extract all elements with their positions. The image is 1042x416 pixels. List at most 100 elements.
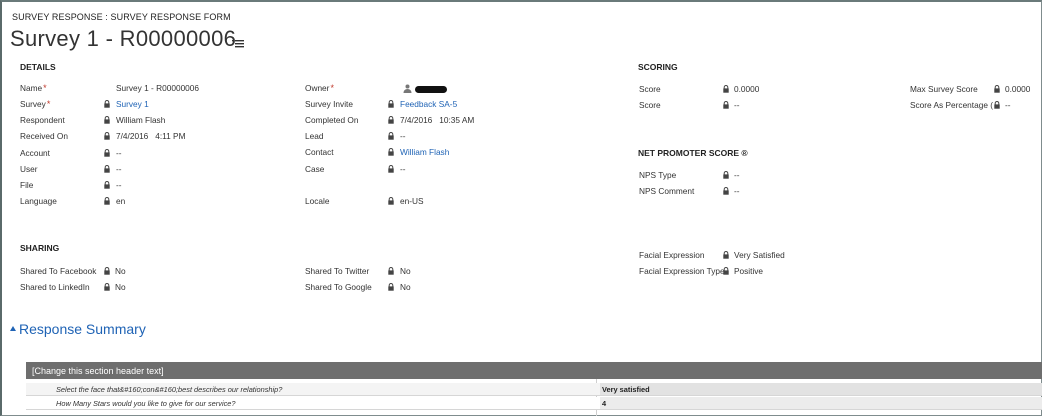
lock-icon	[104, 283, 110, 291]
lock-icon	[388, 100, 394, 108]
field-owner[interactable]: Owner*	[305, 83, 565, 97]
field-label: NPS Comment	[639, 186, 695, 196]
field-label: Max Survey Score	[910, 84, 978, 94]
field-value[interactable]: 0.0000	[734, 84, 759, 94]
field-facial-expression[interactable]: Facial Expression Very Satisfied	[639, 250, 859, 264]
field-label: Case	[305, 164, 325, 174]
field-contact[interactable]: Contact William Flash	[305, 147, 565, 161]
collapse-triangle-icon	[10, 326, 16, 331]
field-value[interactable]: --	[734, 186, 740, 196]
field-label: Survey Invite	[305, 99, 353, 109]
field-respondent[interactable]: Respondent William Flash	[20, 115, 280, 129]
answer-cell: Very satisfied	[600, 383, 1042, 395]
field-value[interactable]: --	[734, 100, 740, 110]
field-value[interactable]: 7/4/2016 4:11 PM	[116, 131, 186, 141]
lock-icon	[723, 267, 729, 275]
lock-icon	[723, 251, 729, 259]
field-label: Facial Expression	[639, 250, 705, 260]
user-icon	[403, 84, 412, 93]
field-value[interactable]: --	[734, 170, 740, 180]
field-label: User	[20, 164, 38, 174]
field-facial-expression-type[interactable]: Facial Expression Type Positive	[639, 266, 859, 280]
field-survey-invite[interactable]: Survey Invite Feedback SA-5	[305, 99, 565, 113]
response-summary-toggle[interactable]: Response Summary	[10, 321, 146, 337]
field-value[interactable]: en	[116, 196, 125, 206]
breadcrumb[interactable]: SURVEY RESPONSE : SURVEY RESPONSE FORM	[12, 12, 231, 22]
field-shared-facebook[interactable]: Shared To Facebook No	[20, 266, 220, 280]
field-value[interactable]: --	[1005, 100, 1011, 110]
field-shared-twitter[interactable]: Shared To Twitter No	[305, 266, 505, 280]
field-value[interactable]: No	[115, 282, 126, 292]
field-value[interactable]: 0.0000	[1005, 84, 1030, 94]
field-language[interactable]: Language en	[20, 196, 280, 210]
field-label: File	[20, 180, 34, 190]
question-cell: How Many Stars would you like to give fo…	[56, 399, 236, 408]
field-shared-google[interactable]: Shared To Google No	[305, 282, 505, 296]
field-value[interactable]: William Flash	[116, 115, 165, 125]
owner-redacted-value[interactable]	[415, 86, 447, 93]
lock-icon	[723, 171, 729, 179]
lock-icon	[104, 165, 110, 173]
field-label: Contact	[305, 147, 334, 157]
field-value-link[interactable]: Feedback SA-5	[400, 99, 457, 109]
response-summary-title: Response Summary	[19, 321, 146, 337]
field-value[interactable]: Positive	[734, 266, 763, 276]
field-value[interactable]: Very Satisfied	[734, 250, 785, 260]
field-score[interactable]: Score 0.0000	[639, 84, 839, 98]
field-label: Language	[20, 196, 57, 206]
lock-icon	[388, 197, 394, 205]
field-label: Respondent	[20, 115, 65, 125]
lock-icon	[723, 85, 729, 93]
field-nps-type[interactable]: NPS Type --	[639, 170, 839, 184]
field-survey[interactable]: Survey* Survey 1	[20, 99, 280, 113]
field-score-percentage[interactable]: Score As Percentage ( --	[910, 100, 1040, 114]
field-value[interactable]: --	[400, 131, 406, 141]
section-sharing-heading: SHARING	[20, 243, 60, 253]
field-value[interactable]: 7/4/2016 10:35 AM	[400, 115, 474, 125]
lock-icon	[388, 132, 394, 140]
field-value[interactable]: en-US	[400, 196, 424, 206]
field-account[interactable]: Account --	[20, 148, 280, 162]
field-value[interactable]: No	[400, 266, 411, 276]
section-nps-heading: NET PROMOTER SCORE ®	[638, 148, 748, 158]
field-shared-linkedin[interactable]: Shared to LinkedIn No	[20, 282, 220, 296]
field-value[interactable]: --	[116, 148, 122, 158]
lock-icon	[104, 132, 110, 140]
lock-icon	[388, 165, 394, 173]
field-label: Survey*	[20, 99, 51, 109]
response-grid: [Change this section header text] Select…	[26, 362, 1042, 416]
field-nps-comment[interactable]: NPS Comment --	[639, 186, 839, 200]
menu-icon[interactable]	[232, 38, 244, 48]
lock-icon	[388, 116, 394, 124]
field-score-2[interactable]: Score --	[639, 100, 839, 114]
field-value[interactable]: Survey 1 - R00000006	[116, 83, 199, 93]
field-label: Shared To Facebook	[20, 266, 97, 276]
field-label: Shared To Twitter	[305, 266, 370, 276]
field-file[interactable]: File --	[20, 180, 280, 194]
field-label: Score	[639, 84, 661, 94]
field-label: Received On	[20, 131, 68, 141]
field-value[interactable]: --	[116, 180, 122, 190]
answer-cell: 4	[600, 397, 1042, 409]
field-case[interactable]: Case --	[305, 164, 565, 178]
field-max-survey-score[interactable]: Max Survey Score 0.0000	[910, 84, 1040, 98]
field-name[interactable]: Name* Survey 1 - R00000006	[20, 83, 280, 97]
field-label: Shared To Google	[305, 282, 372, 292]
field-value[interactable]: No	[115, 266, 126, 276]
field-locale[interactable]: Locale en-US	[305, 196, 565, 210]
field-value-link[interactable]: William Flash	[400, 147, 449, 157]
field-value[interactable]: --	[116, 164, 122, 174]
field-received-on[interactable]: Received On 7/4/2016 4:11 PM	[20, 131, 280, 145]
field-label: Facial Expression Type	[639, 266, 725, 276]
field-value-link[interactable]: Survey 1	[116, 99, 149, 109]
field-user[interactable]: User --	[20, 164, 280, 178]
lock-icon	[388, 148, 394, 156]
field-completed-on[interactable]: Completed On 7/4/2016 10:35 AM	[305, 115, 565, 129]
lock-icon	[104, 149, 110, 157]
field-value[interactable]: --	[400, 164, 406, 174]
table-row[interactable]: Select the face that&#160;con&#160;best …	[26, 383, 1042, 396]
field-lead[interactable]: Lead --	[305, 131, 565, 145]
table-row[interactable]: How Many Stars would you like to give fo…	[26, 397, 1042, 410]
field-value[interactable]: No	[400, 282, 411, 292]
field-label: Locale	[305, 196, 330, 206]
